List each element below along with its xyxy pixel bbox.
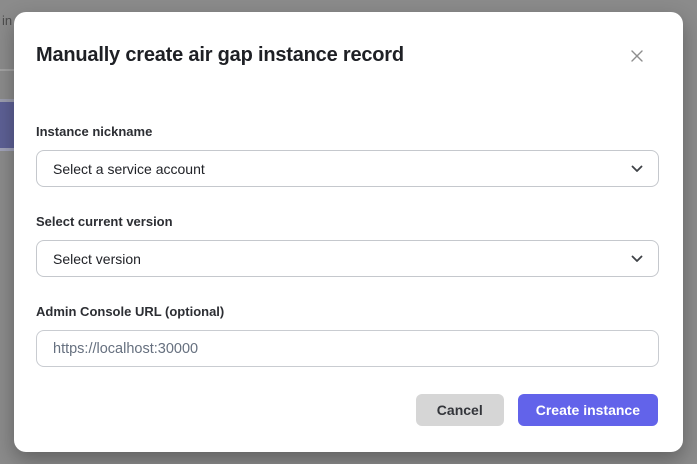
chevron-down-icon (631, 255, 643, 263)
create-instance-button[interactable]: Create instance (518, 394, 658, 426)
modal-header: Manually create air gap instance record (36, 42, 659, 68)
instance-nickname-label: Instance nickname (36, 124, 659, 140)
version-select[interactable]: Select version (36, 240, 659, 277)
service-account-select-value: Select a service account (53, 161, 205, 177)
background-divider (0, 148, 14, 151)
modal-footer: Cancel Create instance (36, 394, 659, 426)
chevron-down-icon (631, 165, 643, 173)
field-group-admin-console-url: Admin Console URL (optional) (36, 304, 659, 367)
close-button[interactable] (625, 44, 649, 68)
background-divider (0, 69, 14, 71)
version-select-value: Select version (53, 251, 141, 267)
close-icon (629, 48, 645, 64)
field-group-current-version: Select current version Select version (36, 214, 659, 277)
service-account-select[interactable]: Select a service account (36, 150, 659, 187)
admin-console-url-input[interactable] (36, 330, 659, 367)
modal-form: Instance nickname Select a service accou… (36, 124, 659, 426)
field-group-instance-nickname: Instance nickname Select a service accou… (36, 124, 659, 187)
current-version-label: Select current version (36, 214, 659, 230)
background-page-text: in (2, 13, 12, 28)
modal-title: Manually create air gap instance record (36, 42, 404, 68)
create-air-gap-instance-modal: Manually create air gap instance record … (14, 12, 683, 452)
admin-console-url-label: Admin Console URL (optional) (36, 304, 659, 320)
background-accent-strip (0, 102, 14, 148)
cancel-button[interactable]: Cancel (416, 394, 504, 426)
